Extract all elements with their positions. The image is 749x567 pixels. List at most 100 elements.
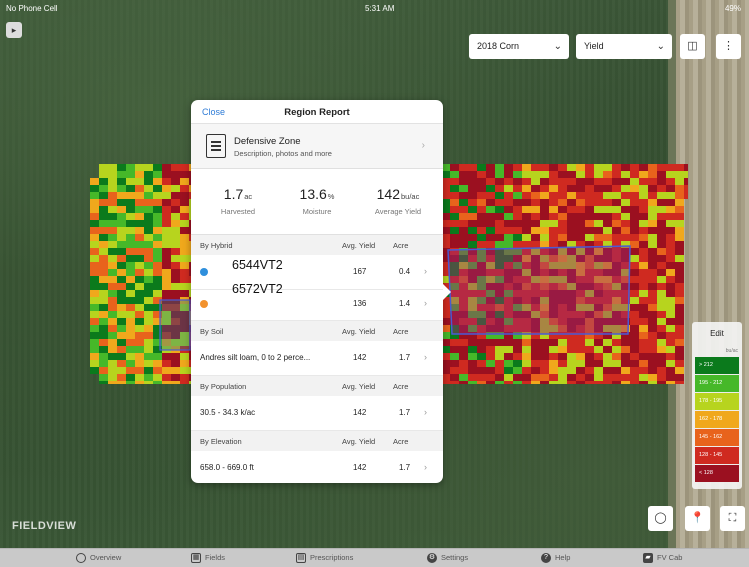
chevron-right-icon: ›	[424, 407, 427, 417]
stat-value: 142	[376, 186, 400, 202]
stats-row: 1.7ac Harvested 13.6% Moisture 142bu/ac …	[191, 169, 443, 235]
fields-icon: ▦	[191, 553, 201, 564]
more-button[interactable]: ⋮	[716, 34, 741, 59]
yield-legend: Edit bu/ac > 212 195 - 212 178 - 195 162…	[692, 322, 742, 489]
legend-edit-button[interactable]: Edit	[692, 322, 742, 346]
row-avg-yield: 142	[353, 463, 367, 472]
row-avg-yield: 136	[353, 299, 367, 308]
gear-icon: ⚙	[427, 553, 437, 564]
chevron-right-icon: ›	[424, 462, 427, 472]
row-acre: 1.7	[399, 353, 411, 362]
hybrid-name: 6544VT2	[232, 258, 283, 272]
stat-label: Average Yield	[374, 207, 422, 216]
tab-fv-cab[interactable]: ▰ FV Cab	[643, 553, 683, 564]
prescriptions-icon: ▤	[296, 553, 306, 564]
column-acre: Acre	[393, 437, 409, 446]
lasso-icon: ◯	[654, 512, 667, 524]
section-title: By Soil	[200, 327, 224, 336]
panel-pointer	[443, 284, 451, 300]
stat-label: Harvested	[220, 207, 256, 216]
pin-button[interactable]: 📍	[685, 506, 710, 531]
row-avg-yield: 142	[353, 408, 367, 417]
zone-details-row[interactable]: Defensive Zone Description, photos and m…	[191, 124, 443, 169]
column-acre: Acre	[393, 327, 409, 336]
section-title: By Hybrid	[200, 241, 233, 250]
season-select[interactable]: 2018 Corn ⌄	[469, 34, 569, 59]
legend-item-label: 195 - 212	[699, 380, 723, 386]
legend-item-label: 162 - 178	[699, 416, 723, 422]
panel-title: Region Report	[284, 107, 350, 118]
lasso-button[interactable]: ◯	[648, 506, 673, 531]
row-avg-yield: 142	[353, 353, 367, 362]
legend-item: 195 - 212	[695, 375, 739, 392]
tab-label: Help	[555, 553, 571, 562]
column-avg-yield: Avg. Yield	[342, 241, 376, 250]
legend-unit: bu/ac	[725, 348, 738, 354]
tab-label: Settings	[441, 553, 469, 562]
stat-moisture: 13.6% Moisture	[275, 186, 359, 216]
selected-region-polygon[interactable]	[159, 299, 191, 351]
legend-item-label: < 128	[699, 470, 713, 476]
chevron-right-icon: ›	[421, 140, 425, 151]
column-avg-yield: Avg. Yield	[342, 382, 376, 391]
legend-item: 145 - 162	[695, 429, 739, 446]
stat-average-yield: 142bu/ac Average Yield	[356, 186, 440, 216]
layer-select[interactable]: Yield ⌄	[576, 34, 672, 59]
tab-overview[interactable]: Overview	[76, 553, 121, 564]
row-label: Andres silt loam, 0 to 2 perce...	[200, 353, 311, 362]
chevron-down-icon: ⌄	[553, 41, 562, 52]
row-acre: 0.4	[399, 267, 411, 276]
elevation-row[interactable]: 658.0 - 669.0 ft 142 1.7 ›	[191, 451, 443, 483]
legend-item-label: 178 - 195	[699, 398, 723, 404]
bottom-tab-bar: Overview ▦ Fields ▤ Prescriptions ⚙ Setting…	[0, 548, 749, 567]
tab-help[interactable]: ? Help	[541, 553, 571, 564]
tab-label: FV Cab	[657, 553, 683, 562]
section-header-hybrid: By Hybrid Avg. Yield Acre	[191, 235, 443, 255]
hybrid-row[interactable]: 6544VT2 167 0.4 ›	[191, 255, 443, 290]
stat-unit: %	[327, 192, 335, 201]
chevron-down-icon: ⌄	[656, 41, 665, 52]
help-icon: ?	[541, 553, 551, 564]
stat-unit: ac	[244, 192, 253, 201]
row-avg-yield: 167	[353, 267, 367, 276]
row-label: 30.5 - 34.3 k/ac	[200, 408, 256, 417]
legend-item: < 128	[695, 465, 739, 482]
season-select-value: 2018 Corn	[477, 41, 520, 51]
fieldview-logo: FIELDVIEW	[12, 520, 77, 532]
tractor-icon: ▰	[643, 553, 653, 564]
stat-value: 1.7	[223, 186, 244, 202]
layer-select-value: Yield	[584, 41, 604, 51]
legend-item: 162 - 178	[695, 411, 739, 428]
population-row[interactable]: 30.5 - 34.3 k/ac 142 1.7 ›	[191, 396, 443, 431]
stat-value: 13.6	[299, 186, 327, 202]
section-header-population: By Population Avg. Yield Acre	[191, 376, 443, 396]
tab-label: Prescriptions	[310, 553, 354, 562]
chevron-right-icon: ›	[424, 266, 427, 276]
chevron-right-icon: ›	[424, 352, 427, 362]
legend-item-label: > 212	[699, 362, 713, 368]
split-view-button[interactable]: ◫	[680, 34, 705, 59]
column-acre: Acre	[393, 382, 409, 391]
hybrid-color-dot	[200, 300, 208, 308]
tab-prescriptions[interactable]: ▤ Prescriptions	[296, 553, 354, 564]
stat-unit: bu/ac	[401, 192, 420, 201]
status-bar: No Phone Cell 5:31 AM 49%	[0, 0, 749, 18]
fullscreen-button[interactable]: ⛶	[720, 506, 745, 531]
column-avg-yield: Avg. Yield	[342, 437, 376, 446]
column-acre: Acre	[393, 241, 409, 250]
tab-fields[interactable]: ▦ Fields	[191, 553, 225, 564]
notepad-icon	[206, 134, 226, 158]
region-report-panel: Close Region Report Defensive Zone Descr…	[191, 100, 443, 483]
zone-title: Defensive Zone	[234, 136, 301, 147]
selected-region-polygon[interactable]	[447, 245, 631, 335]
column-avg-yield: Avg. Yield	[342, 327, 376, 336]
split-view-icon: ◫	[687, 40, 698, 52]
tab-settings[interactable]: ⚙ Settings	[427, 553, 469, 564]
stat-label: Moisture	[302, 207, 332, 216]
hybrid-name: 6572VT2	[232, 282, 283, 296]
soil-row[interactable]: Andres silt loam, 0 to 2 perce... 142 1.…	[191, 341, 443, 376]
hybrid-row[interactable]: 6572VT2 136 1.4 ›	[191, 282, 443, 321]
pin-icon: 📍	[690, 512, 705, 524]
legend-item-label: 128 - 145	[699, 452, 723, 458]
sidebar-toggle-button[interactable]: ▸	[6, 22, 22, 38]
